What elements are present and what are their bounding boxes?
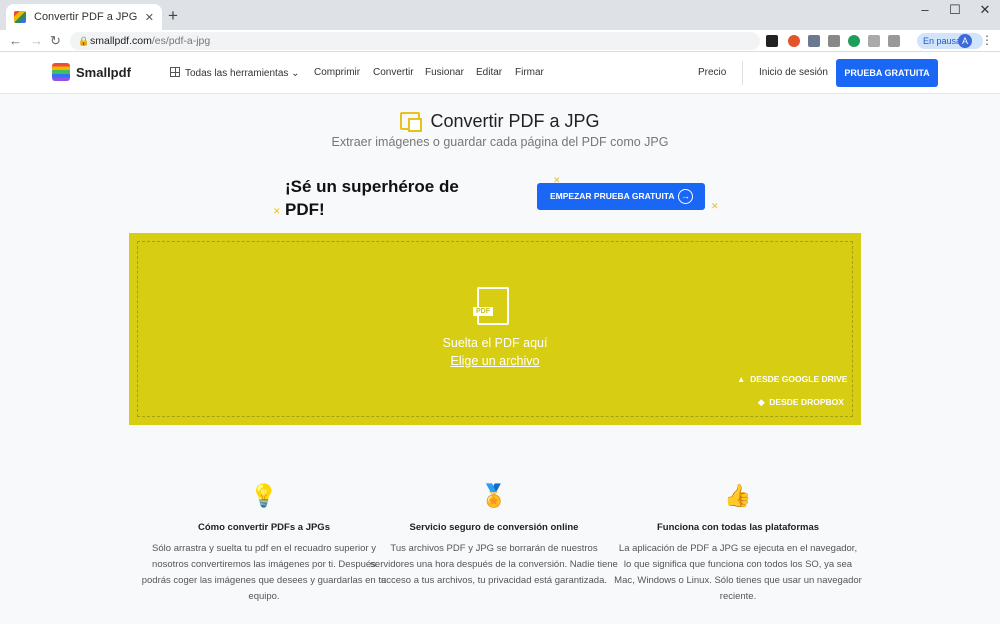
avatar[interactable]: A (958, 34, 972, 48)
page-subtitle: Extraer imágenes o guardar cada página d… (331, 135, 669, 149)
close-tab-icon[interactable]: ✕ (145, 11, 154, 24)
smallpdf-favicon-icon (14, 11, 26, 23)
nav-all-tools-label: Todas las herramientas (185, 68, 289, 79)
dropbox-button[interactable]: ◆ DESDE DROPBOX (758, 397, 844, 408)
promo-line-2: PDF! (285, 200, 325, 219)
sparkle-icon: ✕ (273, 206, 281, 216)
google-drive-button[interactable]: ▲ DESDE GOOGLE DRIVE (737, 374, 847, 384)
nav-edit[interactable]: Editar (476, 67, 502, 78)
promo-heading: ¡Sé un superhéroe de PDF! (285, 175, 459, 221)
url-input[interactable]: 🔒 smallpdf.com/es/pdf-a-jpg ☆ (70, 32, 821, 50)
menu-kebab-icon[interactable]: ⋮ (981, 33, 993, 47)
back-icon[interactable]: ← (9, 33, 22, 48)
profile-paused-badge[interactable]: En pausa (917, 33, 984, 49)
forward-icon[interactable]: → (30, 33, 43, 48)
pdf-file-icon: PDF (473, 287, 509, 325)
new-tab-icon[interactable]: + (168, 7, 178, 25)
dropbox-icon: ◆ (758, 397, 765, 407)
extension-icon[interactable] (848, 35, 860, 47)
google-drive-icon: ▲ (737, 374, 746, 384)
arrow-right-icon: → (678, 189, 693, 204)
free-trial-button[interactable]: PRUEBA GRATUITA (836, 59, 938, 87)
extension-icon[interactable] (868, 35, 880, 47)
nav-all-tools[interactable]: Todas las herramientas ⌄ (170, 67, 300, 79)
dropzone-border (137, 241, 853, 417)
start-free-trial-label: EMPEZAR PRUEBA GRATUITA (550, 191, 675, 201)
page-title: Convertir PDF a JPG (0, 111, 1000, 132)
nav-divider (742, 61, 743, 85)
minimize-icon[interactable]: – (910, 2, 940, 17)
drop-text: Suelta el PDF aquí (442, 336, 548, 350)
extension-icon[interactable] (788, 35, 800, 47)
close-window-icon[interactable]: ✕ (970, 2, 1000, 18)
pdf-tag: PDF (473, 307, 493, 316)
url-domain: smallpdf.com (90, 35, 152, 47)
browser-tab-bar: Convertir PDF a JPG – Convierte ✕ + – ☐ … (0, 0, 1000, 30)
address-bar: ← → ↻ 🔒 smallpdf.com/es/pdf-a-jpg ☆ En p… (0, 30, 1000, 52)
choose-file-label[interactable]: Elige un archivo (451, 354, 540, 368)
browser-tab[interactable]: Convertir PDF a JPG – Convierte ✕ (6, 4, 162, 30)
google-drive-label: DESDE GOOGLE DRIVE (750, 374, 848, 384)
reload-icon[interactable]: ↻ (50, 33, 61, 49)
extension-icon[interactable] (766, 35, 778, 47)
extension-icon[interactable] (808, 35, 820, 47)
nav-pricing[interactable]: Precio (698, 67, 726, 78)
page-content: Smallpdf Todas las herramientas ⌄ Compri… (0, 53, 1000, 624)
nav-compress[interactable]: Comprimir (314, 67, 360, 78)
nav-convert[interactable]: Convertir (373, 67, 414, 78)
smallpdf-logo-icon (52, 63, 70, 81)
url-path: /es/pdf-a-jpg (151, 35, 211, 47)
grid-icon (170, 67, 180, 77)
pdf-to-jpg-icon (400, 112, 423, 132)
tab-title: Convertir PDF a JPG – Convierte (34, 11, 139, 23)
feature-platforms: 👍 Funciona con todas las plataformas La … (588, 483, 888, 605)
choose-file-link[interactable]: Elige un archivo (0, 354, 990, 368)
site-header: Smallpdf Todas las herramientas ⌄ Compri… (0, 53, 1000, 94)
start-free-trial-button[interactable]: EMPEZAR PRUEBA GRATUITA → (537, 183, 705, 210)
page-title-text: Convertir PDF a JPG (430, 111, 600, 131)
sparkle-icon: ✕ (711, 201, 719, 211)
dropbox-label: DESDE DROPBOX (769, 397, 844, 407)
nav-sign[interactable]: Firmar (515, 67, 544, 78)
extension-icon[interactable] (888, 35, 900, 47)
nav-login[interactable]: Inicio de sesión (759, 67, 828, 78)
file-dropzone[interactable] (129, 233, 861, 425)
logo-text: Smallpdf (76, 64, 131, 80)
feature-title: Funciona con todas las plataformas (656, 522, 820, 533)
smallpdf-logo[interactable]: Smallpdf (52, 63, 131, 81)
lock-icon: 🔒 (78, 36, 90, 46)
thumbs-up-icon: 👍 (724, 483, 752, 508)
nav-merge[interactable]: Fusionar (425, 67, 464, 78)
chevron-down-icon: ⌄ (291, 68, 300, 79)
feature-text: La aplicación de PDF a JPG se ejecuta en… (614, 543, 862, 602)
maximize-icon[interactable]: ☐ (940, 2, 970, 18)
extension-icon[interactable] (828, 35, 840, 47)
promo-line-1: ¡Sé un superhéroe de (285, 177, 459, 196)
